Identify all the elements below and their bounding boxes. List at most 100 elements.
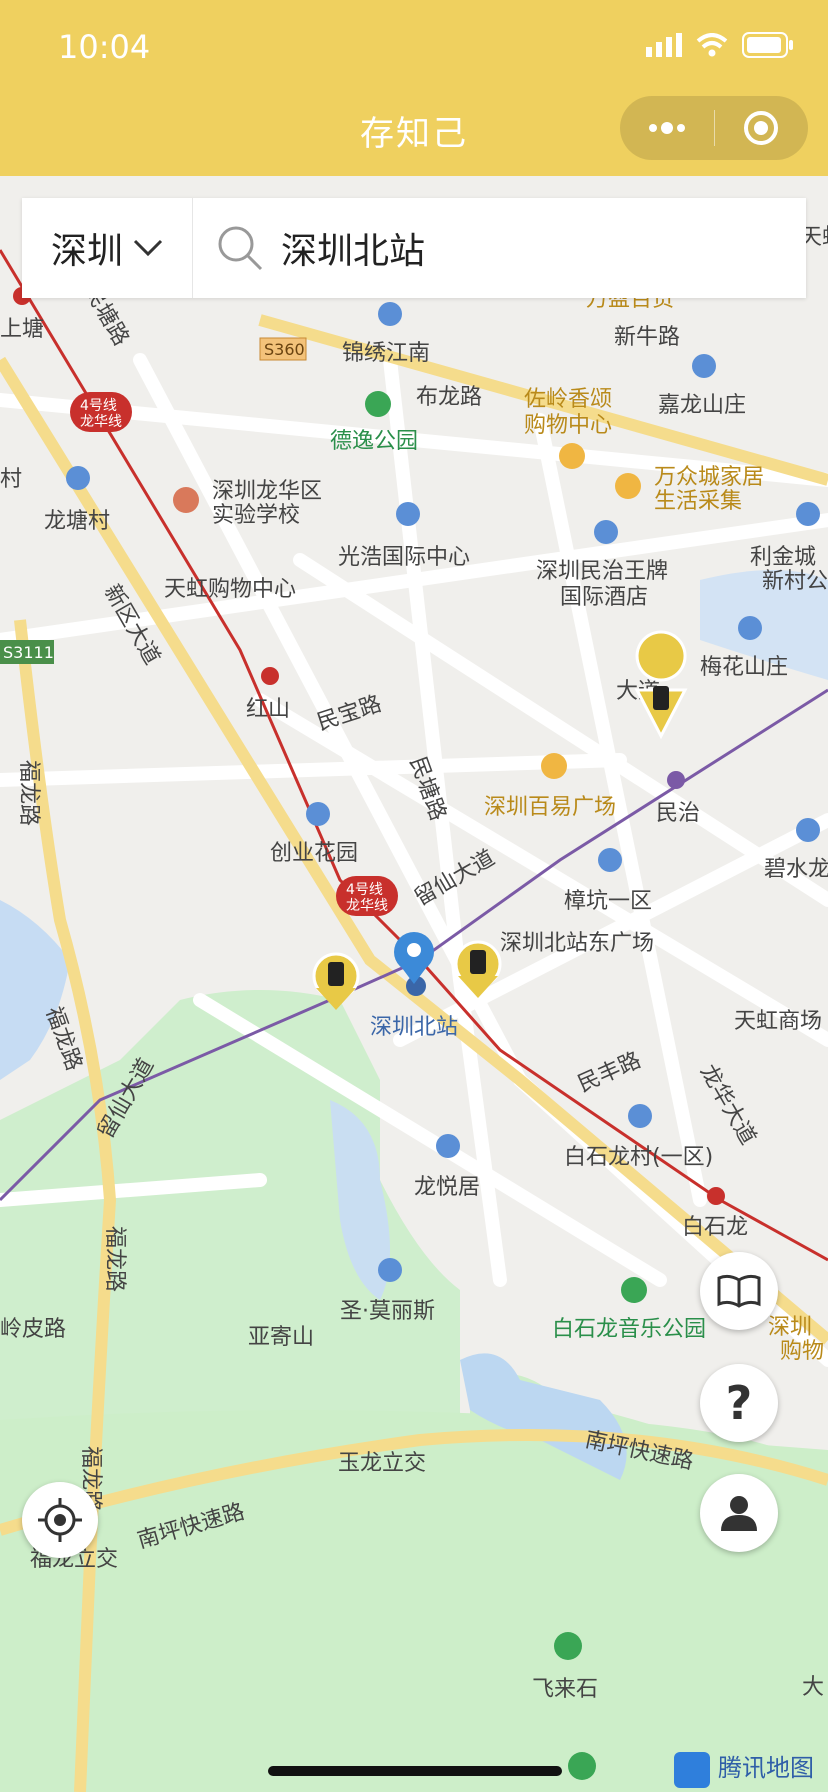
label-feilaishi: 飞来石: [532, 1677, 598, 1702]
signal-icon: [646, 33, 682, 57]
park-icon: [621, 1277, 647, 1303]
shield-s360: S360: [259, 337, 307, 361]
poi-icon: [396, 502, 420, 526]
metro-badge-line4-a: 4号线 龙华线: [70, 392, 132, 432]
poi-icon: [66, 466, 90, 490]
label-longyue: 龙悦居: [414, 1175, 480, 1200]
label-zuoling2: 购物中心: [524, 413, 612, 438]
status-icons: [646, 32, 794, 58]
city-selector[interactable]: 深圳: [22, 198, 193, 298]
label-yulong: 玉龙立交: [338, 1451, 426, 1476]
poi-icon: [692, 354, 716, 378]
shield-s3111: S3111: [0, 640, 54, 664]
label-park: 白石龙音乐公园: [552, 1317, 706, 1342]
label-eastsq: 深圳北站东广场: [500, 931, 654, 956]
label-lijin2: 新村公: [762, 569, 828, 594]
chevron-down-icon: [133, 239, 163, 257]
guide-button[interactable]: [700, 1252, 778, 1330]
shop-icon: [541, 753, 567, 779]
battery-icon: [742, 32, 793, 58]
close-miniprogram-button[interactable]: [715, 96, 809, 160]
locate-icon: [38, 1498, 82, 1542]
status-time: 10:04: [58, 28, 151, 66]
wifi-icon: [696, 33, 728, 57]
luggage-icon: [470, 950, 486, 974]
metro-badge-line4-b: 4号线 龙华线: [336, 876, 398, 916]
label-longtangcun: 龙塘村: [44, 509, 110, 534]
mini-program-capsule: [620, 96, 808, 160]
svg-text:S360: S360: [264, 340, 305, 359]
label-wanzhong2: 生活采集: [654, 489, 742, 514]
label-shenzhenb: 深圳: [768, 1315, 812, 1340]
help-button[interactable]: ?: [700, 1364, 778, 1442]
poi-icon: [436, 1134, 460, 1158]
home-indicator[interactable]: [268, 1766, 562, 1776]
help-icon: ?: [725, 1376, 753, 1430]
label-meilifei: 圣·莫丽斯: [340, 1299, 435, 1324]
poi-icon: [378, 1258, 402, 1282]
title-bar: 10:04 存知己: [0, 0, 828, 176]
label-bishui: 碧水龙: [764, 857, 828, 882]
svg-text:4号线: 4号线: [80, 398, 117, 414]
target-close-icon: [744, 111, 779, 145]
more-button[interactable]: [620, 96, 714, 160]
label-chuangye: 创业花园: [270, 841, 358, 866]
luggage-icon: [653, 686, 669, 710]
label-fulong3: 福龙路: [102, 1226, 127, 1292]
map-view[interactable]: 上塘 锦绣江南 万盈百货 新牛路 天虹 布龙路 德逸公园 佐岭香颂 购物中心 嘉…: [0, 176, 828, 1792]
label-cun: 村: [0, 467, 22, 492]
poi-icon: [628, 1104, 652, 1128]
label-station: 深圳北站: [370, 1015, 458, 1040]
profile-button[interactable]: [700, 1474, 778, 1552]
label-meihua: 梅花山庄: [700, 655, 788, 680]
metro-station-icon: [707, 1187, 725, 1205]
label-deyi: 德逸公园: [330, 429, 418, 454]
label-lingpi: 岭皮路: [0, 1317, 66, 1342]
poi-icon: [378, 302, 402, 326]
label-da: 大: [802, 1675, 824, 1700]
search-icon: [218, 226, 263, 271]
map-canvas[interactable]: 上塘 锦绣江南 万盈百货 新牛路 天虹 布龙路 德逸公园 佐岭香颂 购物中心 嘉…: [0, 176, 828, 1792]
label-jinxiu: 锦绣江南: [342, 341, 430, 366]
metro-station-icon: [667, 771, 685, 789]
school-icon: [173, 487, 199, 513]
park-icon: [568, 1752, 596, 1780]
metro-station-icon: [261, 667, 279, 685]
poi-icon: [796, 502, 820, 526]
poi-icon: [594, 520, 618, 544]
poi-icon: [796, 818, 820, 842]
shop-icon: [615, 473, 641, 499]
label-baishilongcun: 白石龙村(一区): [564, 1145, 713, 1170]
shop-icon: [559, 443, 585, 469]
label-tianhongmall: 天虹商场: [734, 1009, 822, 1034]
city-label: 深圳: [50, 231, 123, 272]
locate-button[interactable]: [22, 1482, 98, 1558]
label-wanzhong1: 万众城家居: [654, 465, 764, 490]
svg-text:龙华线: 龙华线: [346, 898, 388, 914]
poi-icon: [306, 802, 330, 826]
label-zuoling1: 佐岭香颂: [524, 387, 612, 412]
label-minzhi1: 深圳民治王牌: [536, 559, 668, 584]
person-icon: [721, 1496, 757, 1531]
more-dots-icon: [648, 122, 685, 134]
search-input[interactable]: 深圳北站: [281, 222, 425, 274]
luggage-icon: [328, 962, 344, 986]
label-school1: 深圳龙华区: [212, 479, 322, 504]
label-jialong: 嘉龙山庄: [658, 393, 746, 418]
label-baishilong: 白石龙: [682, 1215, 748, 1240]
label-futian: 福龙路: [16, 760, 41, 826]
label-minzhi: 民治: [656, 801, 700, 826]
label-bulong: 布龙路: [416, 385, 482, 410]
svg-text:4号线: 4号线: [346, 882, 383, 898]
search-bar: 深圳 深圳北站: [22, 198, 806, 298]
label-school2: 实验学校: [212, 503, 300, 528]
label-zhangkeng: 樟坑一区: [564, 889, 652, 914]
label-xinniu: 新牛路: [614, 325, 680, 350]
svg-text:S3111: S3111: [3, 643, 54, 662]
label-baiyi: 深圳百易广场: [484, 795, 616, 820]
book-icon: [717, 1274, 761, 1308]
park-icon: [554, 1632, 582, 1660]
label-minzhi2: 国际酒店: [560, 585, 648, 610]
label-guanghao: 光浩国际中心: [338, 545, 470, 570]
label-hongshan: 红山: [246, 697, 290, 722]
